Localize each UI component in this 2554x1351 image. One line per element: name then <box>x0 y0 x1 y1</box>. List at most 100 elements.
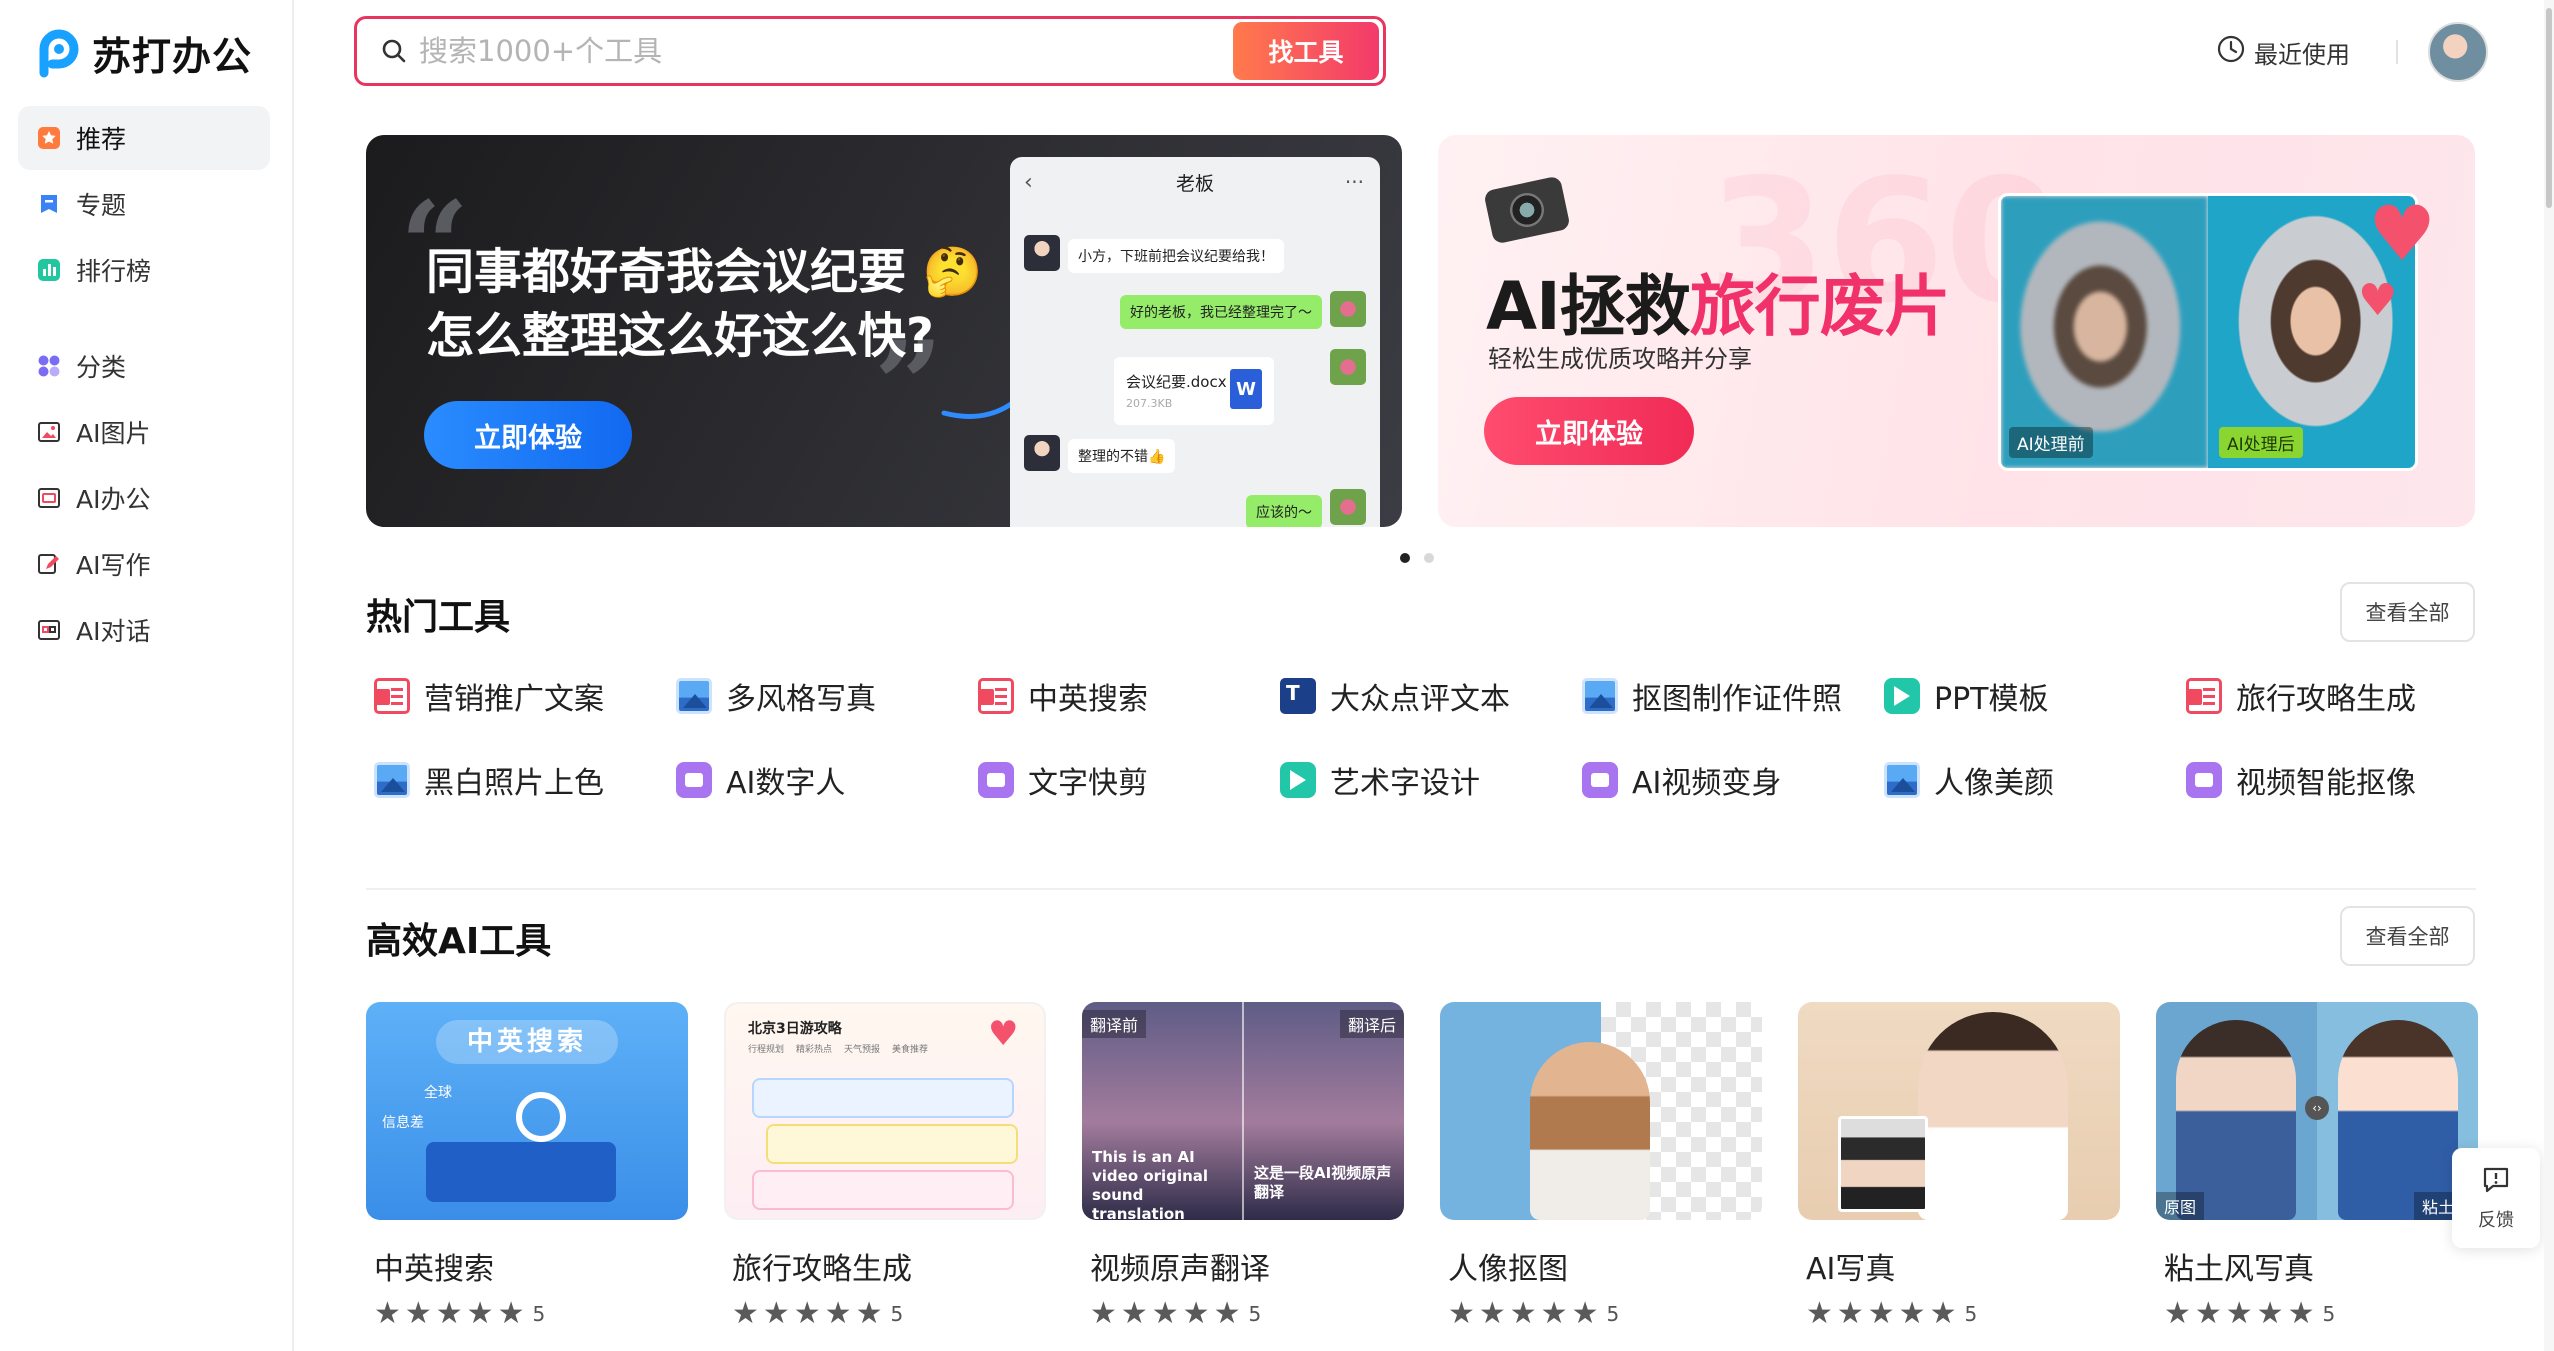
tool-item[interactable]: 人像美颜 <box>1876 756 2178 804</box>
my-avatar <box>1330 291 1366 327</box>
tool-item[interactable]: 视频智能抠像 <box>2178 756 2480 804</box>
chat-message: 整理的不错👍 <box>1068 439 1176 473</box>
tool-item[interactable]: AI视频变身 <box>1574 756 1876 804</box>
camera-icon <box>1483 175 1571 245</box>
card-rating: ★★★★★ 5 <box>1090 1296 1404 1331</box>
view-all-hot-tools-button[interactable]: 查看全部 <box>2340 582 2475 642</box>
tool-item[interactable]: 黑白照片上色 <box>366 756 668 804</box>
sidebar-item-ai-chat[interactable]: AI对话 <box>18 598 270 662</box>
thumb-caption-left: This is an AI video original sound trans… <box>1092 1148 1209 1220</box>
recent-used-label: 最近使用 <box>2254 40 2350 69</box>
video-tool-icon <box>978 762 1014 798</box>
card-rating: ★★★★★ 5 <box>2164 1296 2478 1331</box>
portrait-figure <box>1918 1012 2068 1220</box>
star-rating-icon: ★★★★★ <box>732 1296 887 1331</box>
sidebar-item-ai-writing[interactable]: AI写作 <box>18 532 270 596</box>
view-all-ai-tools-button[interactable]: 查看全部 <box>2340 906 2475 966</box>
logo-text: 苏打办公 <box>92 35 253 80</box>
banner-cta-button[interactable]: 立即体验 <box>424 401 632 469</box>
search-input[interactable] <box>419 34 1233 68</box>
search-button[interactable]: 找工具 <box>1233 22 1379 80</box>
tool-item[interactable]: 艺术字设计 <box>1272 756 1574 804</box>
heart-icon: ♥ <box>2368 189 2437 278</box>
sidebar-item-topics[interactable]: 专题 <box>18 172 270 236</box>
rating-value: 5 <box>1964 1301 1978 1326</box>
portrait-clay <box>2338 1020 2458 1220</box>
more-dots-icon: ··· <box>1344 170 1364 194</box>
bookmark-icon <box>36 191 62 217</box>
tool-item[interactable]: 旅行攻略生成 <box>2178 672 2480 720</box>
sidebar-item-category[interactable]: 分类 <box>18 334 270 398</box>
tool-card[interactable]: 北京3日游攻略 行程规划 精彩热点 天气预报 美食推荐 ♥ 旅行攻略生成 ★★★… <box>724 1002 1046 1331</box>
tool-item[interactable]: PPT模板 <box>1876 672 2178 720</box>
scrollbar-thumb[interactable] <box>2546 8 2552 208</box>
thumb-caption-right: 这是一段AI视频原声翻译 <box>1254 1164 1392 1201</box>
tool-card[interactable]: ‹› 原图 粘土风 粘土风写真 ★★★★★ 5 <box>2156 1002 2478 1331</box>
banner-cta-button[interactable]: 立即体验 <box>1484 397 1694 465</box>
image-tool-icon <box>374 762 410 798</box>
feedback-button[interactable]: 反馈 <box>2452 1148 2540 1248</box>
tool-card[interactable]: 翻译前 翻译后 This is an AI video original sou… <box>1082 1002 1404 1331</box>
sidebar-item-ranking[interactable]: 排行榜 <box>18 238 270 302</box>
feedback-icon <box>2481 1165 2511 1200</box>
tool-item[interactable]: 文字快剪 <box>970 756 1272 804</box>
banner-travel-photos[interactable]: 360 AI拯救旅行废片 轻松生成优质攻略并分享 立即体验 AI处理前 AI处理… <box>1438 135 2475 527</box>
image-tool-icon <box>1582 678 1618 714</box>
sidebar-item-recommend[interactable]: 推荐 <box>18 106 270 170</box>
tool-label: 黑白照片上色 <box>424 766 604 801</box>
pdf-tool-icon <box>374 678 410 714</box>
banner-title: AI拯救旅行废片 <box>1486 253 1951 349</box>
card-thumbnail <box>1440 1002 1762 1220</box>
tool-label: AI视频变身 <box>1632 766 1782 801</box>
itinerary-card <box>766 1124 1018 1164</box>
tool-label: 多风格写真 <box>726 682 876 717</box>
tool-item[interactable]: 大众点评文本 <box>1272 672 1574 720</box>
bar-chart-icon <box>36 257 62 283</box>
sidebar-item-label: 推荐 <box>76 125 127 154</box>
tool-item[interactable]: AI数字人 <box>668 756 970 804</box>
banner-title-highlight: 旅行废片 <box>1689 268 1951 345</box>
before-after-photo: AI处理前 AI处理后 <box>1998 193 2418 471</box>
thumb-tab: 精彩热点 <box>796 1045 833 1055</box>
star-rating-icon: ★★★★★ <box>374 1296 529 1331</box>
tool-label: 人像美颜 <box>1934 766 2054 801</box>
tool-card[interactable]: 人像抠图 ★★★★★ 5 <box>1440 1002 1762 1331</box>
recent-used-button[interactable]: 最近使用 <box>2216 34 2350 70</box>
file-name: 会议纪要.docx <box>1126 373 1227 391</box>
tool-label: 营销推广文案 <box>424 682 604 717</box>
avatar[interactable] <box>2428 22 2488 82</box>
card-thumbnail: 中英搜索 全球 信息差 <box>366 1002 688 1220</box>
rating-value: 5 <box>890 1301 904 1326</box>
star-rating-icon: ★★★★★ <box>1448 1296 1603 1331</box>
compare-divider <box>1242 1002 1244 1220</box>
thumb-label: 原图 <box>2156 1192 2205 1220</box>
tool-item[interactable]: 营销推广文案 <box>366 672 668 720</box>
thumb-tab: 美食推荐 <box>892 1045 929 1055</box>
rating-value: 5 <box>532 1301 546 1326</box>
chat-window: ‹ 老板 ··· 小方，下班前把会议纪要给我！ 好的老板，我已经整理完了～ 会议… <box>1010 157 1380 527</box>
section-title-ai-tools: 高效AI工具 <box>366 921 552 962</box>
chat-message: 应该的～ <box>1246 495 1322 527</box>
carousel-dot[interactable] <box>1424 553 1434 563</box>
tool-item[interactable]: 抠图制作证件照 <box>1574 672 1876 720</box>
sidebar-item-ai-image[interactable]: AI图片 <box>18 400 270 464</box>
pdf-tool-icon <box>978 678 1014 714</box>
boss-avatar <box>1024 435 1060 471</box>
tool-card[interactable]: AI写真 ★★★★★ 5 <box>1798 1002 2120 1331</box>
sidebar-item-ai-office[interactable]: AI办公 <box>18 466 270 530</box>
star-rating-icon: ★★★★★ <box>1090 1296 1245 1331</box>
tool-card[interactable]: 中英搜索 全球 信息差 中英搜索 ★★★★★ 5 <box>366 1002 688 1331</box>
header-divider <box>2396 40 2398 64</box>
star-square-icon <box>36 125 62 151</box>
banner-meeting-notes[interactable]: “ ” 同事都好奇我会议纪要 🤔 怎么整理这么好这么快? 立即体验 ‹ 老板 ·… <box>366 135 1402 527</box>
tool-item[interactable]: 中英搜索 <box>970 672 1272 720</box>
image-tool-icon <box>1884 762 1920 798</box>
itinerary-card <box>752 1078 1014 1118</box>
compare-handle-icon[interactable]: ‹› <box>2305 1096 2329 1120</box>
label-after: AI处理后 <box>2219 427 2303 458</box>
tool-item[interactable]: 多风格写真 <box>668 672 970 720</box>
card-rating: ★★★★★ 5 <box>732 1296 1046 1331</box>
carousel-dot[interactable] <box>1400 553 1410 563</box>
office-icon <box>36 485 62 511</box>
logo[interactable]: 苏打办公 <box>34 26 252 82</box>
